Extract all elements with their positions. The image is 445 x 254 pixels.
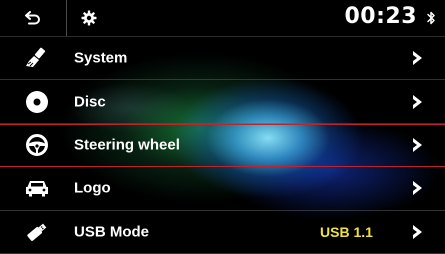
usb-icon bbox=[22, 220, 52, 244]
gear-icon bbox=[81, 10, 97, 26]
settings-menu: System Disc Steering wheel Logo USB Mode… bbox=[0, 37, 445, 254]
top-bar: 00:23 bbox=[0, 0, 445, 37]
clock: 00:23 bbox=[344, 4, 417, 29]
menu-item-steering-wheel[interactable]: Steering wheel bbox=[0, 123, 445, 168]
menu-item-label: Logo bbox=[74, 179, 111, 197]
chevron-right-icon bbox=[413, 138, 422, 153]
back-button[interactable] bbox=[0, 0, 67, 36]
chevron-right-icon bbox=[413, 94, 422, 109]
chevron-right-icon bbox=[413, 181, 422, 196]
chevron-right-icon bbox=[413, 224, 422, 239]
back-arrow-icon bbox=[25, 11, 40, 25]
menu-item-logo[interactable]: Logo bbox=[0, 167, 445, 211]
disc-icon bbox=[22, 90, 52, 114]
chevron-right-icon bbox=[413, 51, 422, 66]
usb-mode-value: USB 1.1 bbox=[320, 223, 373, 240]
menu-item-disc[interactable]: Disc bbox=[0, 80, 445, 124]
menu-item-usb-mode[interactable]: USB Mode USB 1.1 bbox=[0, 211, 445, 254]
menu-item-label: USB Mode bbox=[74, 223, 149, 241]
bluetooth-icon bbox=[427, 11, 435, 25]
settings-screen: 00:23 System Disc Steering wheel Logo US… bbox=[0, 0, 445, 254]
menu-item-label: Steering wheel bbox=[74, 136, 180, 154]
car-icon bbox=[22, 176, 52, 200]
brush-icon bbox=[22, 46, 52, 70]
settings-button[interactable] bbox=[74, 0, 104, 36]
menu-item-label: Disc bbox=[74, 93, 106, 111]
menu-item-label: System bbox=[74, 49, 128, 67]
menu-item-system[interactable]: System bbox=[0, 37, 445, 81]
steering-wheel-icon bbox=[22, 133, 52, 157]
